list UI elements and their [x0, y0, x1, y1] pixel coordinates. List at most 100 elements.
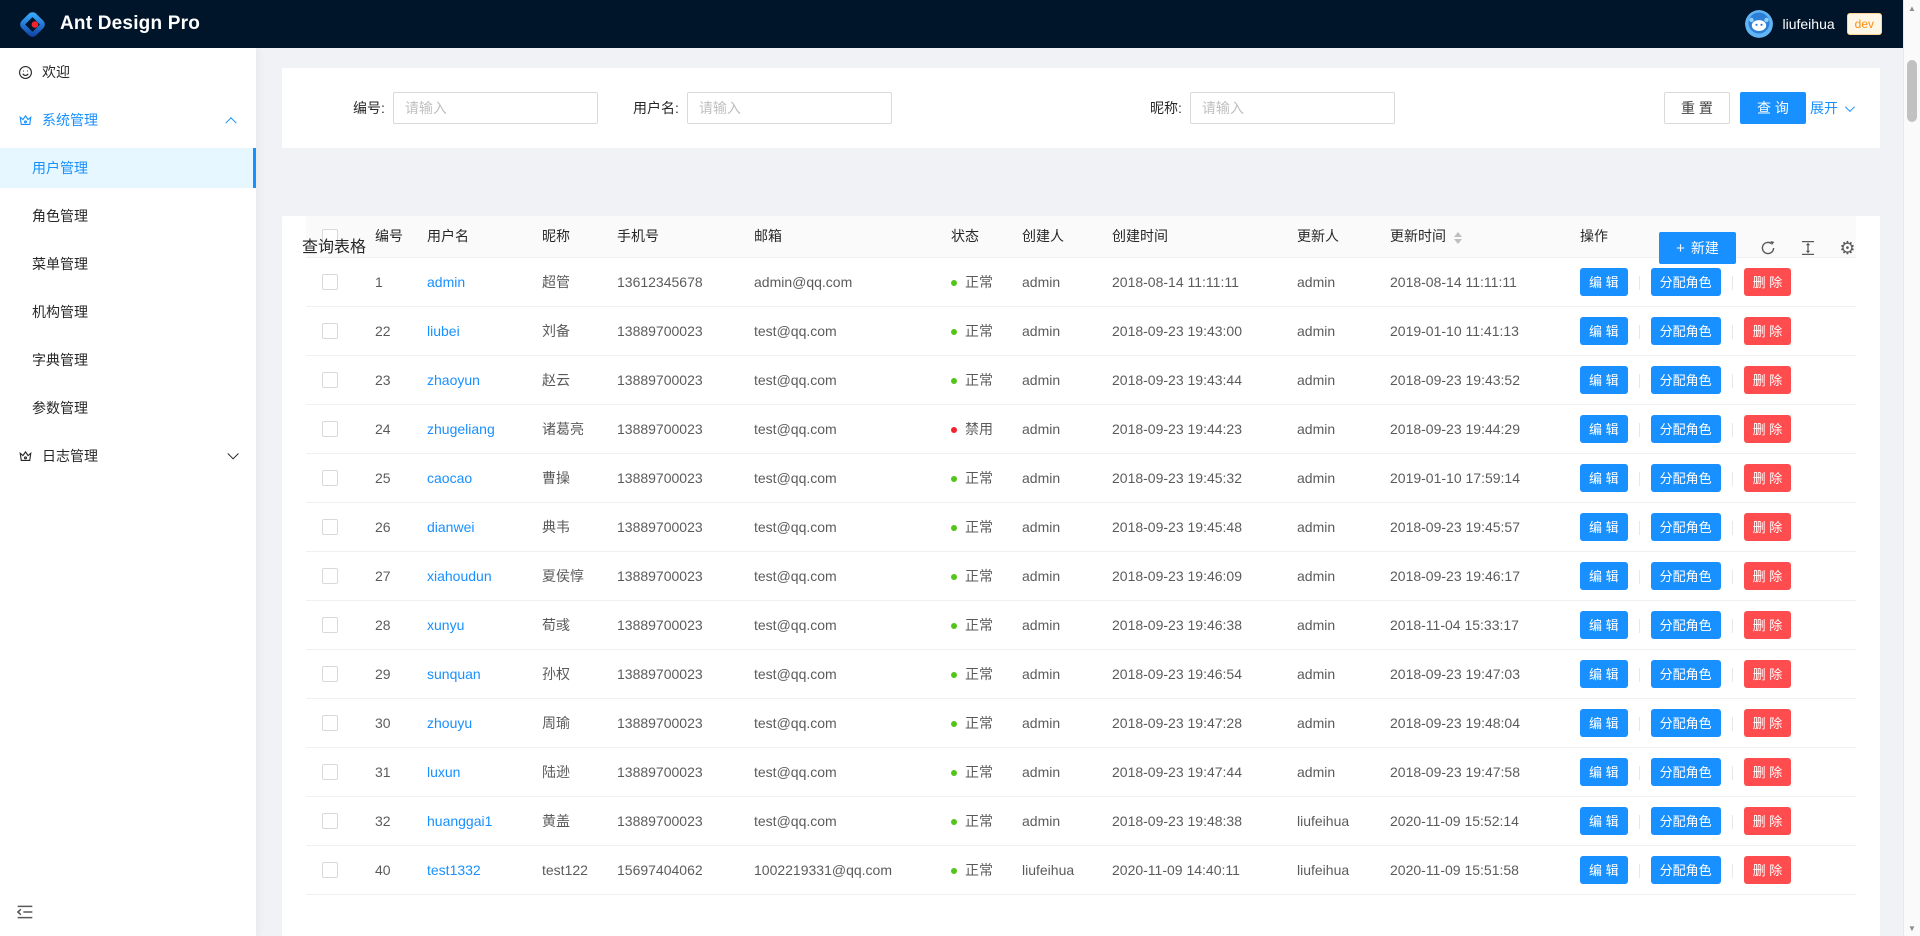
- cell-created_at: 2020-11-09 14:40:11: [1096, 845, 1281, 894]
- assign-role-button[interactable]: 分配角色: [1651, 709, 1721, 737]
- nickname-input[interactable]: [1190, 92, 1395, 124]
- username-link[interactable]: zhaoyun: [427, 372, 480, 388]
- sidebar-item-welcome[interactable]: 欢迎: [0, 52, 256, 92]
- assign-role-button[interactable]: 分配角色: [1651, 366, 1721, 394]
- assign-role-button[interactable]: 分配角色: [1651, 660, 1721, 688]
- settings-gear-icon[interactable]: ⚙: [1839, 240, 1856, 257]
- row-checkbox[interactable]: [322, 470, 338, 486]
- username-link[interactable]: xiahoudun: [427, 568, 492, 584]
- row-checkbox[interactable]: [322, 764, 338, 780]
- sidebar-item-label: 角色管理: [32, 206, 88, 226]
- search-button[interactable]: 查 询: [1740, 92, 1806, 124]
- username-link[interactable]: caocao: [427, 470, 472, 486]
- status-dot-normal: [951, 868, 957, 874]
- edit-button[interactable]: 编 辑: [1580, 807, 1628, 835]
- row-checkbox[interactable]: [322, 274, 338, 290]
- sidebar-item-log-mgmt[interactable]: 日志管理: [0, 436, 256, 476]
- assign-role-button[interactable]: 分配角色: [1651, 464, 1721, 492]
- username-input[interactable]: [687, 92, 892, 124]
- sidebar-collapse-trigger[interactable]: [16, 903, 34, 921]
- expand-link[interactable]: 展开: [1810, 92, 1852, 124]
- edit-button[interactable]: 编 辑: [1580, 464, 1628, 492]
- assign-role-button[interactable]: 分配角色: [1651, 513, 1721, 541]
- username-link[interactable]: test1332: [427, 862, 481, 878]
- assign-role-button[interactable]: 分配角色: [1651, 268, 1721, 296]
- assign-role-button[interactable]: 分配角色: [1651, 856, 1721, 884]
- edit-button[interactable]: 编 辑: [1580, 709, 1628, 737]
- row-checkbox[interactable]: [322, 519, 338, 535]
- row-checkbox[interactable]: [322, 715, 338, 731]
- new-button[interactable]: + 新建: [1659, 232, 1736, 264]
- username-link[interactable]: liubei: [427, 323, 460, 339]
- edit-button[interactable]: 编 辑: [1580, 513, 1628, 541]
- page-scrollbar[interactable]: ▲ ▼: [1903, 0, 1920, 936]
- row-checkbox[interactable]: [322, 372, 338, 388]
- sidebar-item-menu-mgmt[interactable]: 菜单管理: [0, 244, 256, 284]
- delete-button[interactable]: 删 除: [1744, 709, 1792, 737]
- username-link[interactable]: admin: [427, 274, 465, 290]
- user-avatar[interactable]: [1745, 10, 1773, 38]
- assign-role-button[interactable]: 分配角色: [1651, 415, 1721, 443]
- sidebar-item-org-mgmt[interactable]: 机构管理: [0, 292, 256, 332]
- row-checkbox[interactable]: [322, 813, 338, 829]
- assign-role-button[interactable]: 分配角色: [1651, 611, 1721, 639]
- delete-button[interactable]: 删 除: [1744, 464, 1792, 492]
- cell-nickname: 典韦: [526, 502, 601, 551]
- delete-button[interactable]: 删 除: [1744, 317, 1792, 345]
- delete-button[interactable]: 删 除: [1744, 611, 1792, 639]
- edit-button[interactable]: 编 辑: [1580, 268, 1628, 296]
- username-link[interactable]: zhouyu: [427, 715, 472, 731]
- edit-button[interactable]: 编 辑: [1580, 660, 1628, 688]
- username-link[interactable]: zhugeliang: [427, 421, 495, 437]
- delete-button[interactable]: 删 除: [1744, 856, 1792, 884]
- username-link[interactable]: dianwei: [427, 519, 474, 535]
- sidebar-item-role-mgmt[interactable]: 角色管理: [0, 196, 256, 236]
- sidebar-item-dict-mgmt[interactable]: 字典管理: [0, 340, 256, 380]
- username-link[interactable]: xunyu: [427, 617, 464, 633]
- delete-button[interactable]: 删 除: [1744, 268, 1792, 296]
- username-link[interactable]: luxun: [427, 764, 460, 780]
- edit-button[interactable]: 编 辑: [1580, 415, 1628, 443]
- username-link[interactable]: huanggai1: [427, 813, 492, 829]
- row-checkbox[interactable]: [322, 323, 338, 339]
- vertical-divider: [1732, 668, 1733, 682]
- col-header-nickname: 昵称: [526, 216, 601, 257]
- status-dot-normal: [951, 721, 957, 727]
- edit-button[interactable]: 编 辑: [1580, 611, 1628, 639]
- delete-button[interactable]: 删 除: [1744, 513, 1792, 541]
- row-checkbox[interactable]: [322, 666, 338, 682]
- assign-role-button[interactable]: 分配角色: [1651, 758, 1721, 786]
- row-checkbox[interactable]: [322, 568, 338, 584]
- sidebar-item-system-mgmt[interactable]: 系统管理: [0, 100, 256, 140]
- assign-role-button[interactable]: 分配角色: [1651, 807, 1721, 835]
- cell-select: [306, 355, 359, 404]
- scroll-up-arrow[interactable]: ▲: [1904, 0, 1920, 16]
- column-height-icon[interactable]: [1799, 240, 1816, 257]
- delete-button[interactable]: 删 除: [1744, 415, 1792, 443]
- edit-button[interactable]: 编 辑: [1580, 758, 1628, 786]
- delete-button[interactable]: 删 除: [1744, 562, 1792, 590]
- delete-button[interactable]: 删 除: [1744, 660, 1792, 688]
- reload-icon[interactable]: [1759, 240, 1776, 257]
- scroll-thumb[interactable]: [1907, 60, 1917, 122]
- sorter-icon[interactable]: [1454, 232, 1462, 244]
- edit-button[interactable]: 编 辑: [1580, 366, 1628, 394]
- delete-button[interactable]: 删 除: [1744, 366, 1792, 394]
- row-checkbox[interactable]: [322, 421, 338, 437]
- reset-button[interactable]: 重 置: [1664, 92, 1730, 124]
- username-link[interactable]: sunquan: [427, 666, 481, 682]
- col-header-updated_at[interactable]: 更新时间: [1374, 216, 1564, 257]
- assign-role-button[interactable]: 分配角色: [1651, 317, 1721, 345]
- assign-role-button[interactable]: 分配角色: [1651, 562, 1721, 590]
- id-input[interactable]: [393, 92, 598, 124]
- scroll-down-arrow[interactable]: ▼: [1904, 920, 1920, 936]
- row-checkbox[interactable]: [322, 862, 338, 878]
- sidebar-item-user-mgmt[interactable]: 用户管理: [0, 148, 256, 188]
- sidebar-item-param-mgmt[interactable]: 参数管理: [0, 388, 256, 428]
- row-checkbox[interactable]: [322, 617, 338, 633]
- delete-button[interactable]: 删 除: [1744, 807, 1792, 835]
- edit-button[interactable]: 编 辑: [1580, 562, 1628, 590]
- delete-button[interactable]: 删 除: [1744, 758, 1792, 786]
- edit-button[interactable]: 编 辑: [1580, 856, 1628, 884]
- edit-button[interactable]: 编 辑: [1580, 317, 1628, 345]
